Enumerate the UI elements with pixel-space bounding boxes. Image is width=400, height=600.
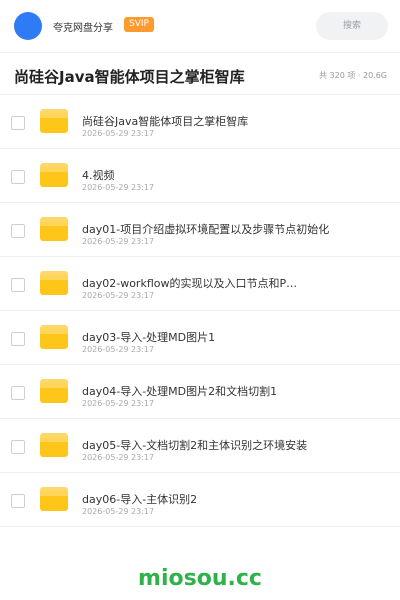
list-item[interactable]: day01-项目介绍虚拟环境配置以及步骤节点初始化 2026-05-29 23:… — [0, 203, 400, 257]
item-date: 2026-05-29 23:17 — [82, 237, 155, 246]
select-checkbox[interactable] — [11, 386, 25, 400]
page-title: 尚硅谷Java智能体项目之掌柜智库 — [14, 68, 245, 86]
top-bar: 夸克网盘分享 SVIP 搜索 — [0, 0, 400, 52]
item-date: 2026-05-29 23:17 — [82, 399, 155, 408]
item-name: day05-导入-文档切割2和主体识别之环境安装 — [82, 439, 308, 452]
folder-icon — [40, 271, 68, 295]
folder-icon — [40, 379, 68, 403]
list-item[interactable]: day05-导入-文档切割2和主体识别之环境安装 2026-05-29 23:1… — [0, 419, 400, 473]
item-date: 2026-05-29 23:17 — [82, 453, 155, 462]
list-item[interactable]: 4.视频 2026-05-29 23:17 — [0, 149, 400, 203]
watermark: miosou.cc — [138, 566, 262, 591]
item-date: 2026-05-29 23:17 — [82, 345, 155, 354]
item-date: 2026-05-29 23:17 — [82, 183, 155, 192]
select-checkbox[interactable] — [11, 440, 25, 454]
list-item[interactable]: day04-导入-处理MD图片2和文档切割1 2026-05-29 23:17 — [0, 365, 400, 419]
select-checkbox[interactable] — [11, 224, 25, 238]
list-item[interactable]: 尚硅谷Java智能体项目之掌柜智库 2026-05-29 23:17 — [0, 95, 400, 149]
file-list: 尚硅谷Java智能体项目之掌柜智库 2026-05-29 23:17 4.视频 … — [0, 94, 400, 527]
avatar[interactable] — [14, 12, 42, 40]
item-count-size: 共 320 项 · 20.6G — [319, 71, 387, 80]
share-title: 夸克网盘分享 — [53, 23, 113, 34]
select-checkbox[interactable] — [11, 494, 25, 508]
select-checkbox[interactable] — [11, 170, 25, 184]
select-checkbox[interactable] — [11, 332, 25, 346]
item-date: 2026-05-29 23:17 — [82, 129, 155, 138]
folder-icon — [40, 163, 68, 187]
list-item[interactable]: day02-workflow的实现以及入口节点和P… 2026-05-29 23… — [0, 257, 400, 311]
search-button[interactable]: 搜索 — [316, 12, 388, 40]
select-checkbox[interactable] — [11, 116, 25, 130]
item-name: 尚硅谷Java智能体项目之掌柜智库 — [82, 115, 249, 128]
list-item[interactable]: day03-导入-处理MD图片1 2026-05-29 23:17 — [0, 311, 400, 365]
item-date: 2026-05-29 23:17 — [82, 291, 155, 300]
folder-icon — [40, 217, 68, 241]
header-divider — [0, 52, 400, 53]
folder-icon — [40, 109, 68, 133]
folder-icon — [40, 433, 68, 457]
svip-badge[interactable]: SVIP — [124, 17, 154, 32]
item-date: 2026-05-29 23:17 — [82, 507, 155, 516]
item-name: day03-导入-处理MD图片1 — [82, 331, 216, 344]
item-name: day04-导入-处理MD图片2和文档切割1 — [82, 385, 278, 398]
folder-icon — [40, 325, 68, 349]
item-name: day06-导入-主体识别2 — [82, 493, 198, 506]
item-name: day02-workflow的实现以及入口节点和P… — [82, 277, 298, 290]
item-name: day01-项目介绍虚拟环境配置以及步骤节点初始化 — [82, 223, 330, 236]
folder-icon — [40, 487, 68, 511]
list-item[interactable]: day06-导入-主体识别2 2026-05-29 23:17 — [0, 473, 400, 527]
item-name: 4.视频 — [82, 169, 115, 182]
select-checkbox[interactable] — [11, 278, 25, 292]
